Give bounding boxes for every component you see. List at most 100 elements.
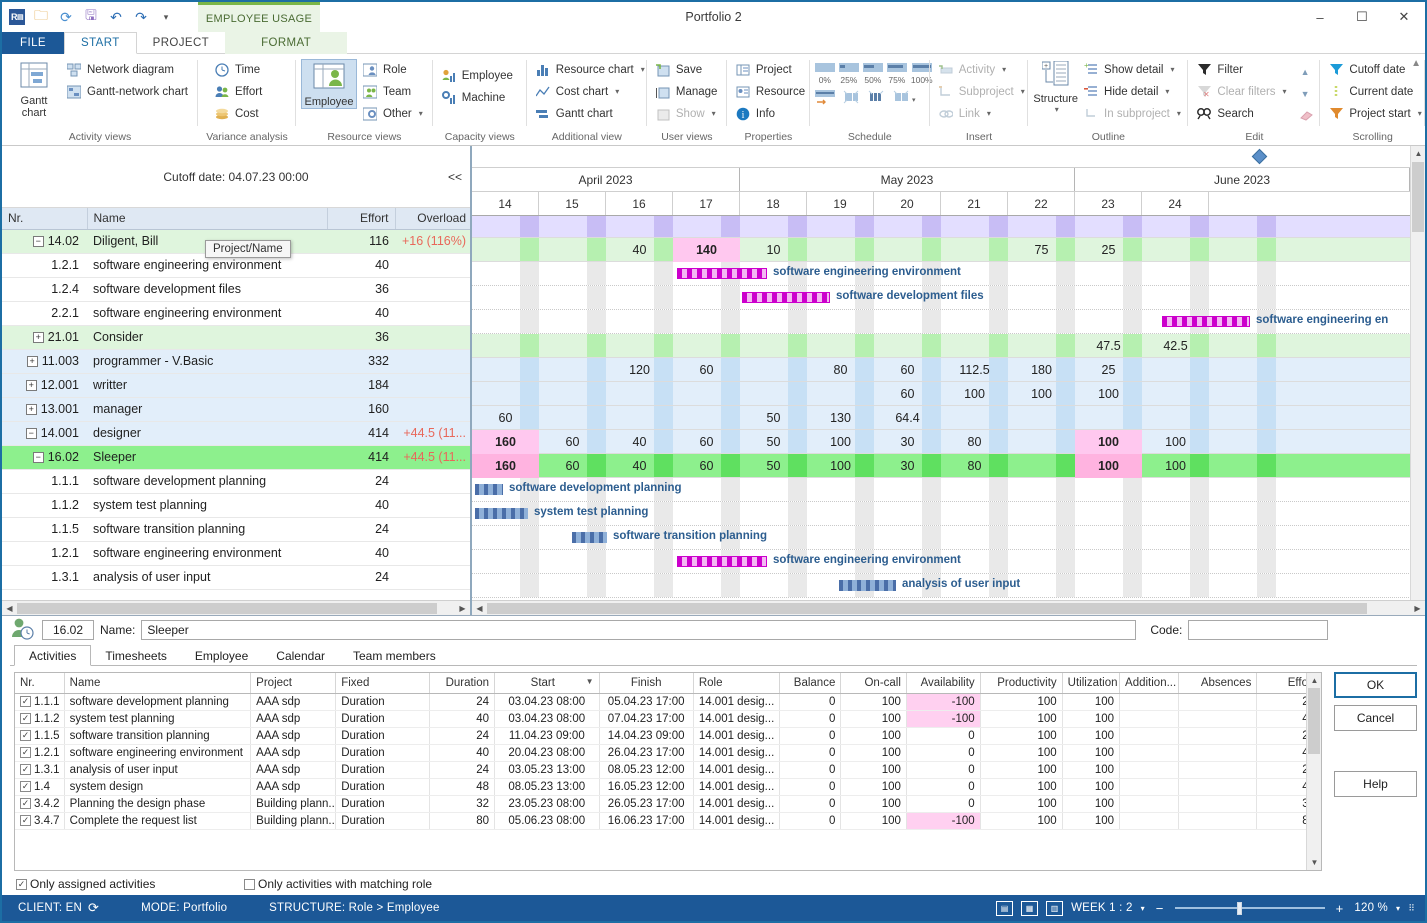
activities-column-header[interactable]: Name (64, 673, 251, 693)
table-row[interactable]: +13.001manager160 (2, 397, 470, 421)
role-button[interactable]: Role (359, 59, 428, 80)
close-button[interactable]: ✕ (1383, 2, 1425, 32)
row-checkbox-icon[interactable]: ✓ (20, 730, 31, 741)
row-checkbox-icon[interactable]: ✓ (20, 781, 31, 792)
expand-collapse-icon[interactable]: + (33, 332, 44, 343)
sync-icon[interactable]: ⟳ (88, 900, 99, 916)
gantt-network-chart-button[interactable]: Gantt-network chart (63, 81, 193, 102)
effort-button[interactable]: Effort (211, 81, 267, 102)
chevron-down-icon[interactable]: ▾ (1171, 65, 1175, 74)
expand-collapse-icon[interactable]: + (26, 380, 37, 391)
zoom-thumb[interactable] (1237, 902, 1242, 915)
tab-start[interactable]: START (64, 32, 137, 54)
chevron-down-icon[interactable]: ▾ (1055, 105, 1059, 114)
table-row[interactable]: +21.01Consider36 (2, 325, 470, 349)
gantt-task-bar[interactable] (475, 508, 528, 519)
activities-row[interactable]: ✓1.3.1analysis of user inputAAA sdpDurat… (15, 761, 1321, 778)
tab-project[interactable]: PROJECT (137, 32, 225, 54)
timescale-chevron-icon[interactable]: ▾ (1141, 904, 1145, 913)
chevron-down-icon[interactable]: ▾ (987, 109, 991, 118)
activities-row[interactable]: ✓1.1.2system test planningAAA sdpDuratio… (15, 710, 1321, 727)
activities-row[interactable]: ✓1.4system designAAA sdpDuration4808.05.… (15, 778, 1321, 795)
capacity-machine-button[interactable]: Machine (438, 87, 518, 108)
gantt-task-bar[interactable] (572, 532, 607, 543)
chevron-down-icon[interactable]: ▾ (615, 87, 619, 96)
activities-column-header[interactable]: Addition... (1120, 673, 1179, 693)
show-detail-button[interactable]: + Show detail ▾ (1080, 59, 1186, 80)
timescale-label[interactable]: WEEK 1 : 2 (1071, 902, 1132, 914)
undo-icon[interactable]: ↶ (107, 8, 125, 26)
resource-properties-button[interactable]: Resource (732, 81, 810, 102)
tab-timesheets[interactable]: Timesheets (91, 645, 181, 666)
table-row[interactable]: 2.2.1software engineering environment40 (2, 301, 470, 325)
expand-collapse-icon[interactable]: − (33, 236, 44, 247)
activities-column-header[interactable]: Finish (599, 673, 693, 693)
employee-code-field[interactable] (1188, 620, 1328, 640)
show-view-button[interactable]: Show ▾ (652, 103, 723, 124)
milestone-diamond-icon[interactable] (1252, 149, 1268, 165)
activities-column-header[interactable]: On-call (841, 673, 907, 693)
chevron-down-icon[interactable]: ▾ (641, 65, 645, 74)
gantt-task-bar[interactable] (475, 484, 503, 495)
gantt-chart-addl-button[interactable]: Gantt chart (532, 103, 650, 124)
table-view-icon[interactable]: ▦ (1021, 901, 1038, 916)
schedule-level-1-icon[interactable] (842, 89, 862, 105)
in-subproject-button[interactable]: In subproject ▾ (1080, 103, 1186, 124)
capacity-employee-button[interactable]: Employee (438, 65, 518, 86)
activities-row[interactable]: ✓1.1.5software transition planningAAA sd… (15, 727, 1321, 744)
only-assigned-activities-checkbox[interactable]: ✓ Only assigned activities (16, 877, 244, 891)
insert-activity-button[interactable]: Activity ▾ (935, 59, 1030, 80)
table-row[interactable]: 1.2.1software engineering environment40 (2, 541, 470, 565)
row-checkbox-icon[interactable]: ✓ (20, 764, 31, 775)
activities-column-header[interactable]: Availability (906, 673, 980, 693)
chevron-down-icon[interactable]: ▾ (1165, 87, 1169, 96)
gantt-task-bar[interactable] (677, 556, 767, 567)
table-row[interactable]: +11.003programmer - V.Basic332 (2, 349, 470, 373)
structure-button[interactable]: + Structure ▾ (1033, 59, 1078, 114)
activities-column-header[interactable]: Nr. (15, 673, 64, 693)
customize-qat-icon[interactable]: ▾ (157, 8, 175, 26)
gantt-task-bar[interactable] (677, 268, 767, 279)
employee-id-field[interactable]: 16.02 (42, 620, 94, 640)
chevron-down-icon[interactable]: ▾ (1418, 109, 1422, 118)
project-properties-button[interactable]: Project (732, 59, 810, 80)
insert-subproject-button[interactable]: Subproject ▾ (935, 81, 1030, 102)
schedule-level-2-icon[interactable] (867, 89, 887, 105)
save-view-button[interactable]: Save (652, 59, 723, 80)
activities-column-header[interactable]: Role (693, 673, 779, 693)
only-matching-role-checkbox[interactable]: Only activities with matching role (244, 877, 432, 891)
activities-row[interactable]: ✓1.2.1software engineering environmentAA… (15, 744, 1321, 761)
tab-employee[interactable]: Employee (181, 645, 262, 666)
minimize-button[interactable]: – (1299, 2, 1341, 32)
tab-team-members[interactable]: Team members (339, 645, 450, 666)
gantt-hscroll-thumb[interactable] (487, 603, 1367, 614)
resize-grip-icon[interactable]: ⠿ (1408, 903, 1415, 914)
time-button[interactable]: Time (211, 59, 267, 80)
search-button[interactable]: Search (1193, 103, 1291, 124)
scroll-right-icon[interactable]: ▶ (455, 601, 470, 616)
cancel-button[interactable]: Cancel (1334, 705, 1417, 731)
column-header-nr[interactable]: Nr. (2, 208, 87, 229)
column-header-overload[interactable]: Overload (395, 208, 470, 229)
gantt-task-bar[interactable] (839, 580, 896, 591)
column-header-name[interactable]: Name (87, 208, 327, 229)
project-start-button[interactable]: Project start ▾ (1325, 103, 1426, 124)
zoom-out-button[interactable]: − (1153, 901, 1167, 916)
chevron-down-icon[interactable]: ▾ (419, 109, 423, 118)
cost-button[interactable]: Cost (211, 103, 267, 124)
activities-column-header[interactable]: Duration (430, 673, 495, 693)
gantt-vertical-scrollbar[interactable]: ▲ (1410, 146, 1425, 615)
schedule-0-button[interactable]: 0% (815, 61, 835, 85)
grid-horizontal-scrollbar[interactable]: ◀ ▶ (2, 600, 470, 615)
activities-row[interactable]: ✓1.1.1software development planningAAA s… (15, 693, 1321, 710)
open-icon[interactable]: 🗀 (32, 8, 50, 26)
expand-collapse-icon[interactable]: + (27, 356, 38, 367)
sort-up-button[interactable]: ▲ (1297, 61, 1314, 82)
employee-view-button[interactable]: Employee (301, 59, 357, 109)
zoom-in-button[interactable]: + (1333, 901, 1347, 916)
info-button[interactable]: i Info (732, 103, 810, 124)
activities-column-header[interactable]: Fixed (336, 673, 430, 693)
tab-calendar[interactable]: Calendar (262, 645, 339, 666)
column-header-effort[interactable]: Effort (327, 208, 395, 229)
activities-column-header[interactable]: Absences (1179, 673, 1257, 693)
